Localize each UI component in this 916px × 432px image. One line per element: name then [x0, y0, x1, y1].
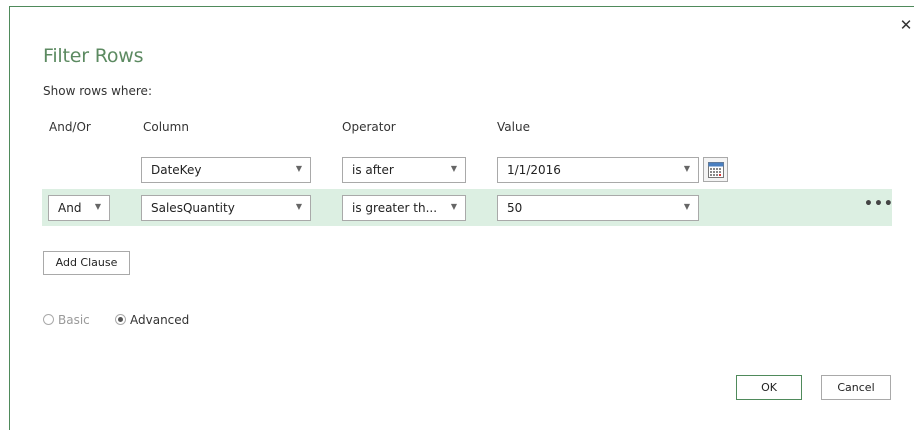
header-value: Value	[497, 120, 530, 134]
clause-2-operator-value: is greater th...	[352, 201, 438, 215]
chevron-down-icon: ▼	[683, 202, 690, 211]
clause-2-and-or-dropdown[interactable]: And ▼	[48, 195, 110, 221]
radio-checked-icon	[115, 314, 126, 325]
chevron-down-icon: ▼	[94, 202, 101, 211]
close-icon[interactable]: ✕	[899, 18, 913, 33]
cancel-button[interactable]: Cancel	[821, 375, 891, 400]
clause-2-operator-dropdown[interactable]: is greater th... ▼	[342, 195, 466, 221]
clause-2-and-or-value: And	[58, 201, 82, 215]
clause-1-operator-dropdown[interactable]: is after ▼	[342, 157, 466, 183]
clause-1-value-text: 1/1/2016	[507, 163, 561, 177]
calendar-picker-button[interactable]	[703, 157, 728, 182]
clause-2-column-value: SalesQuantity	[151, 201, 235, 215]
header-column: Column	[143, 120, 189, 134]
basic-radio-label: Basic	[58, 313, 90, 327]
chevron-down-icon: ▼	[295, 164, 302, 173]
clause-2-column-dropdown[interactable]: SalesQuantity ▼	[141, 195, 311, 221]
dialog-subtitle: Show rows where:	[43, 84, 152, 98]
chevron-down-icon: ▼	[450, 164, 457, 173]
header-and-or: And/Or	[49, 120, 91, 134]
add-clause-button[interactable]: Add Clause	[43, 251, 130, 275]
radio-unchecked-icon	[43, 314, 54, 325]
chevron-down-icon: ▼	[295, 202, 302, 211]
chevron-down-icon: ▼	[683, 164, 690, 173]
dialog-title: Filter Rows	[43, 45, 144, 67]
advanced-radio-label: Advanced	[130, 313, 190, 327]
clause-1-column-value: DateKey	[151, 163, 202, 177]
basic-radio[interactable]: Basic	[43, 313, 90, 327]
clause-1-operator-value: is after	[352, 163, 394, 177]
chevron-down-icon: ▼	[450, 202, 457, 211]
header-operator: Operator	[342, 120, 396, 134]
advanced-radio[interactable]: Advanced	[115, 313, 189, 327]
clause-1-value-input[interactable]: 1/1/2016 ▼	[497, 157, 699, 183]
clause-2-value-input[interactable]: 50 ▼	[497, 195, 699, 221]
clause-2-value-text: 50	[507, 201, 523, 215]
calendar-icon	[708, 162, 724, 178]
ok-button[interactable]: OK	[736, 375, 802, 400]
clause-1-column-dropdown[interactable]: DateKey ▼	[141, 157, 311, 183]
more-options-icon[interactable]: •••	[864, 197, 893, 211]
